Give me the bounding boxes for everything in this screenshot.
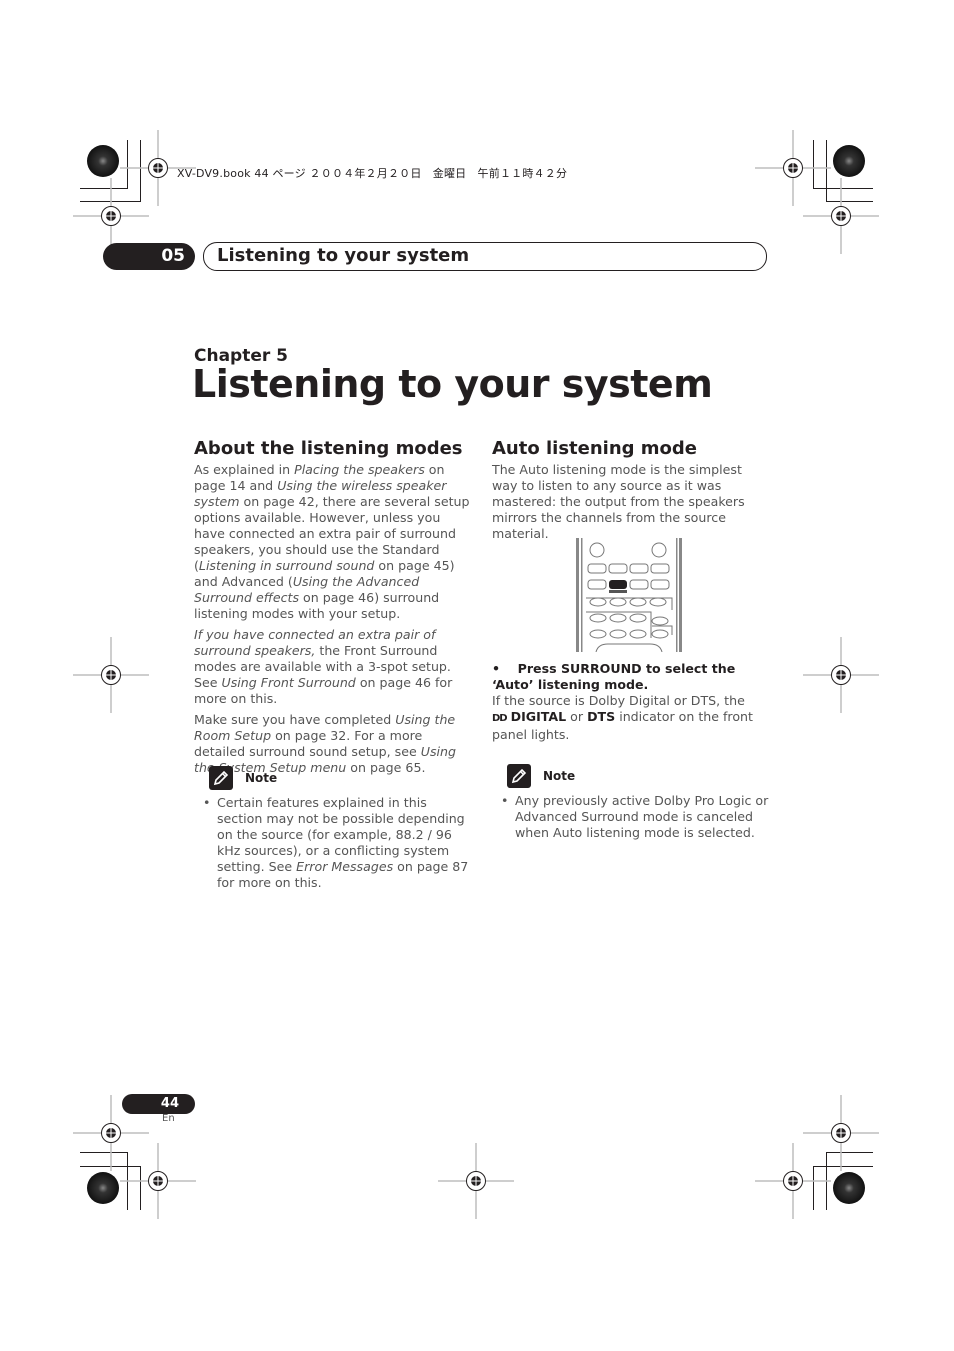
paragraph: As explained in Placing the speakers on … (194, 462, 470, 622)
cross-reference: Listening in surround sound (198, 558, 375, 573)
step-detail: If the source is Dolby Digital or DTS, t… (492, 693, 753, 742)
remote-control-illustration (576, 538, 682, 652)
note-header: Note (507, 764, 575, 788)
text-run: As explained in (194, 462, 295, 477)
paragraph: If you have connected an extra pair of s… (194, 627, 470, 707)
registration-target-icon (72, 129, 880, 1220)
star-target-icon (833, 145, 865, 177)
star-target-icon (833, 1172, 865, 1204)
text-run: Make sure you have completed (194, 712, 396, 727)
note-text: Certain features explained in this secti… (217, 795, 468, 890)
dolby-logo-icon: DD (492, 713, 508, 724)
section-heading-auto-mode: Auto listening mode (492, 438, 698, 459)
left-body: As explained in Placing the speakers on … (194, 462, 470, 781)
note-bullet: • Certain features explained in this sec… (203, 795, 469, 890)
note-label: Note (245, 771, 278, 785)
star-target-icon (87, 145, 119, 177)
cross-reference: Placing the speakers (294, 462, 425, 477)
auto-intro: The Auto listening mode is the simplest … (492, 462, 745, 541)
pencil-icon (209, 766, 233, 790)
surround-button-highlight (609, 580, 627, 589)
page-title: Listening to your system (192, 362, 713, 406)
pencil-icon (507, 764, 531, 788)
section-heading-listening-modes: About the listening modes (194, 438, 463, 459)
note-header: Note (209, 766, 277, 790)
note-text: Any previously active Dolby Pro Logic or… (515, 793, 769, 840)
print-slug: XV-DV9.book 44 ページ ２００４年２月２０日 金曜日 午前１１時４… (177, 167, 568, 180)
text-run: on page 65. (346, 760, 426, 775)
star-target-icon (87, 1172, 119, 1204)
note-label: Note (543, 769, 576, 783)
language-code: En (162, 1113, 175, 1124)
chapter-number-tab: 05 (103, 243, 195, 270)
note-bullet: • Any previously active Dolby Pro Logic … (501, 793, 769, 840)
cross-reference: Error Messages (296, 859, 394, 874)
running-header-title: Listening to your system (203, 242, 767, 271)
page-number: 44 (122, 1094, 195, 1114)
step-instruction: • Press SURROUND to select the ‘Auto’ li… (492, 661, 736, 692)
cross-reference: Using Front Surround (221, 675, 356, 690)
